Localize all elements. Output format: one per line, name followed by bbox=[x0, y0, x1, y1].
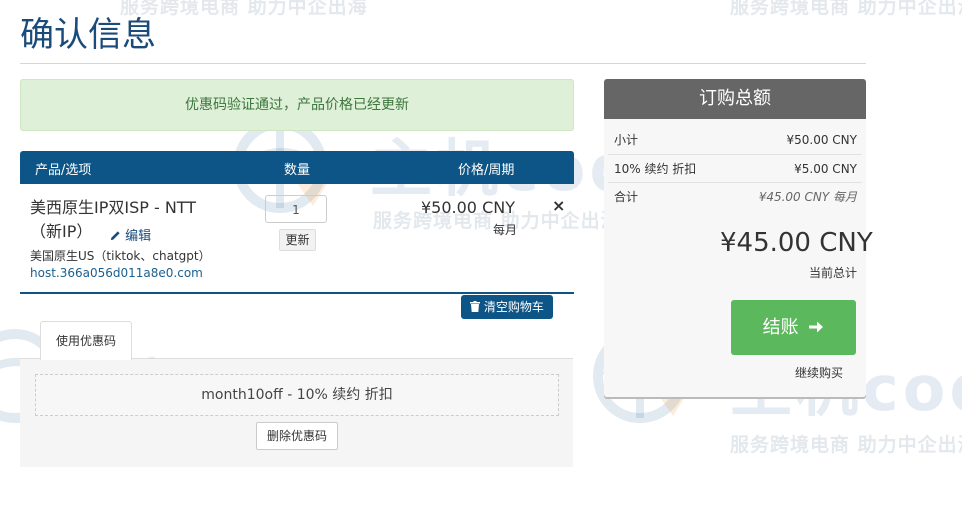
watermark-slogan: 服务跨境电商 助力中企出海 bbox=[120, 0, 368, 18]
product-name-suffix: （新IP） bbox=[30, 222, 93, 241]
product-description: 美国原生US（tiktok、chatgpt） bbox=[30, 249, 211, 263]
column-header-product: 产品/选项 bbox=[35, 163, 92, 178]
edit-product-link[interactable]: 编辑 bbox=[110, 225, 151, 244]
cart-divider bbox=[20, 292, 574, 294]
quantity-input[interactable]: 1 bbox=[265, 195, 327, 223]
watermark-slogan: 服务跨境电商 助力中企出海 bbox=[730, 0, 962, 18]
page-title: 确认信息 bbox=[20, 15, 156, 55]
success-alert: 优惠码验证通过，产品价格已经更新 bbox=[20, 79, 574, 131]
cart-table-header: 产品/选项 数量 价格/周期 bbox=[20, 151, 574, 184]
empty-cart-button[interactable]: 清空购物车 bbox=[461, 295, 553, 319]
product-name: 美西原生IP双ISP - NTT bbox=[30, 198, 197, 217]
pencil-icon bbox=[110, 231, 120, 241]
grand-total-caption: 当前总计 bbox=[809, 266, 858, 280]
arrow-right-icon bbox=[809, 321, 824, 333]
order-summary-title: 订购总额 bbox=[604, 79, 866, 119]
column-header-quantity: 数量 bbox=[284, 163, 311, 178]
continue-shopping-link[interactable]: 继续购买 bbox=[795, 364, 843, 381]
summary-label: 合计 bbox=[614, 190, 639, 204]
grand-total: ¥45.00 CNY bbox=[720, 228, 873, 258]
summary-row-total: 合计 ¥45.00 CNY 每月 bbox=[614, 183, 857, 211]
summary-value: ¥50.00 CNY bbox=[786, 133, 858, 147]
tab-promo-code[interactable]: 使用优惠码 bbox=[40, 321, 132, 360]
title-divider bbox=[20, 63, 866, 64]
product-price: ¥50.00 CNY bbox=[421, 198, 515, 217]
edit-label: 编辑 bbox=[125, 229, 152, 244]
summary-row-subtotal: 小计 ¥50.00 CNY bbox=[614, 126, 857, 154]
billing-period: 每月 bbox=[493, 223, 518, 237]
checkout-button[interactable]: 结账 bbox=[731, 300, 856, 355]
watermark-slogan: 服务跨境电商 助力中企出海 bbox=[730, 434, 962, 456]
remove-item-button[interactable]: × bbox=[552, 196, 565, 215]
trash-icon bbox=[470, 301, 481, 312]
product-hostname: host.366a056d011a8e0.com bbox=[30, 266, 203, 280]
summary-label: 10% 续约 折扣 bbox=[614, 162, 697, 176]
remove-promo-button[interactable]: 删除优惠码 bbox=[256, 422, 338, 450]
applied-promo-code: month10off - 10% 续约 折扣 bbox=[35, 374, 559, 416]
empty-cart-label: 清空购物车 bbox=[483, 300, 544, 314]
column-header-price: 价格/周期 bbox=[458, 163, 515, 178]
summary-value: ¥5.00 CNY bbox=[794, 162, 857, 176]
summary-row-discount: 10% 续约 折扣 ¥5.00 CNY bbox=[614, 155, 857, 183]
summary-value: ¥45.00 CNY 每月 bbox=[758, 190, 857, 204]
summary-label: 小计 bbox=[614, 133, 639, 147]
update-quantity-button[interactable]: 更新 bbox=[279, 229, 316, 251]
checkout-label: 结账 bbox=[762, 317, 799, 338]
